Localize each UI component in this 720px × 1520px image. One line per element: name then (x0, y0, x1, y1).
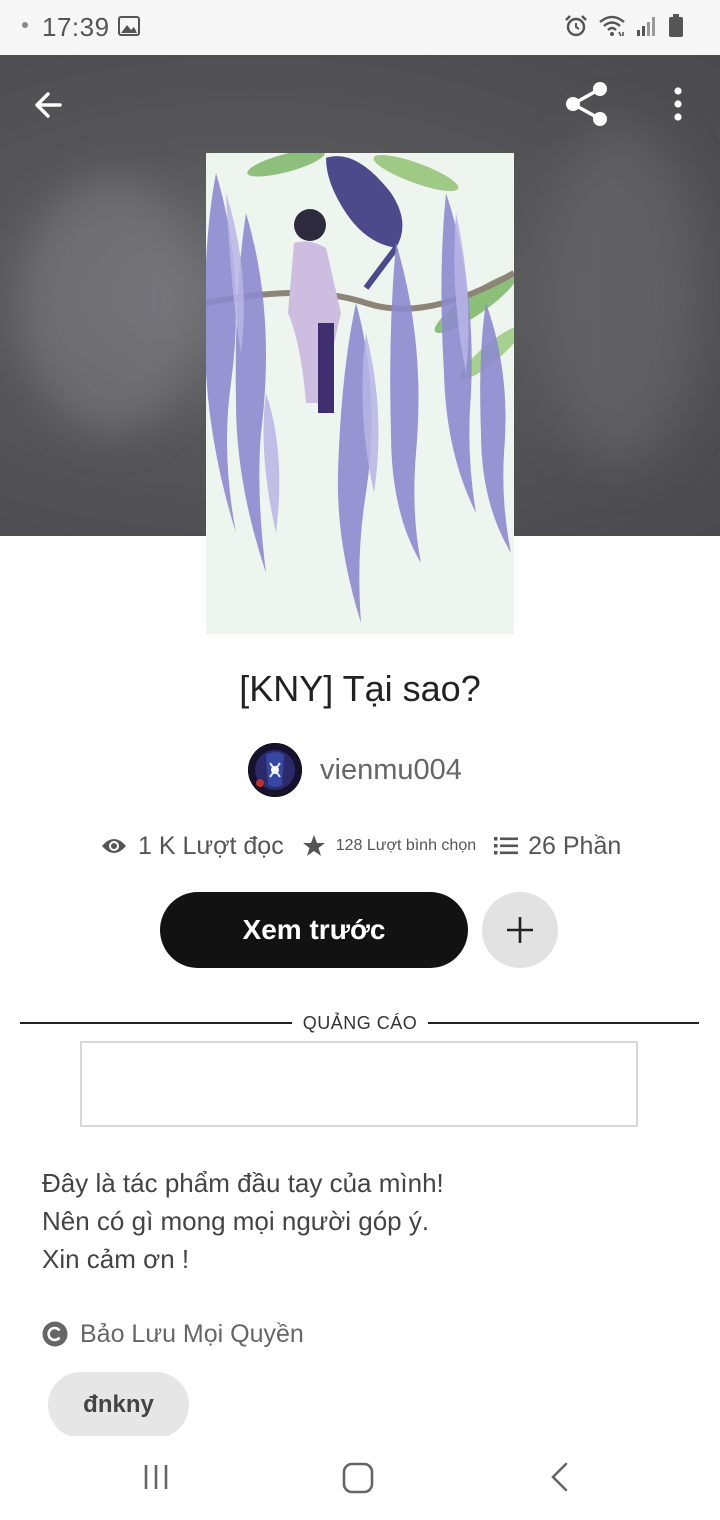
ad-divider (20, 1022, 292, 1024)
description-line: Đây là tác phẩm đầu tay của mình! (42, 1168, 444, 1198)
parts-count: 26 Phần (528, 831, 622, 860)
parts-stat: 26 Phần (494, 832, 621, 861)
cover-illustration (206, 153, 514, 634)
votes-stat: 128 Lượt bình chọn (302, 834, 476, 858)
author-name[interactable]: vienmu004 (320, 754, 462, 787)
story-description: Đây là tác phẩm đầu tay của mình! Nên có… (42, 1164, 682, 1278)
more-vertical-icon (674, 87, 682, 121)
add-to-library-button[interactable] (482, 892, 558, 968)
recent-apps-button[interactable] (142, 1462, 172, 1497)
status-bar: 17:39 (0, 0, 720, 55)
hero-blur-shape (20, 175, 200, 435)
battery-icon (668, 13, 684, 43)
preview-button[interactable]: Xem trước (160, 892, 468, 968)
notification-dot (22, 22, 28, 28)
gallery-icon (118, 16, 140, 41)
copyright-text: Bảo Lưu Mọi Quyền (80, 1319, 304, 1348)
plus-icon (507, 917, 533, 943)
story-cover-image[interactable] (206, 153, 514, 634)
recent-apps-icon (144, 1465, 168, 1489)
copyright-icon (42, 1321, 68, 1347)
list-icon (494, 837, 519, 855)
home-button[interactable] (342, 1462, 374, 1499)
ad-label: QUẢNG CÁO (302, 1013, 418, 1033)
back-icon (551, 1462, 568, 1492)
alarm-icon (564, 14, 588, 43)
home-icon (342, 1462, 374, 1494)
votes-count: 128 Lượt bình chọn (335, 837, 477, 854)
status-time: 17:39 (42, 12, 110, 42)
signal-icon (636, 15, 658, 42)
ad-banner[interactable] (80, 1041, 638, 1127)
story-stats: 1 K Lượt đọc 128 Lượt bình chọn 26 Phần (100, 826, 639, 866)
description-line: Xin cảm ơn ! (42, 1244, 190, 1274)
share-icon (566, 82, 607, 126)
hero-blur-shape (540, 125, 700, 465)
author-row[interactable]: vienmu004 (248, 743, 462, 797)
story-title: [KNY] Tại sao? (239, 668, 481, 709)
status-icons (564, 13, 684, 43)
copyright-row: Bảo Lưu Mọi Quyền (42, 1318, 304, 1350)
back-arrow-icon (35, 92, 62, 118)
avatar[interactable] (248, 743, 302, 797)
reads-count: 1 K Lượt đọc (138, 831, 284, 860)
eye-icon (102, 839, 126, 853)
star-icon (302, 835, 325, 856)
wifi-icon (598, 14, 626, 43)
system-nav-bar (0, 1436, 720, 1520)
more-options-button[interactable] (664, 84, 692, 124)
reads-stat: 1 K Lượt đọc (100, 832, 284, 861)
ad-divider (428, 1022, 699, 1024)
story-tag[interactable]: đnkny (48, 1372, 189, 1438)
back-button[interactable] (30, 86, 68, 124)
description-line: Nên có gì mong mọi người góp ý. (42, 1206, 430, 1236)
share-button[interactable] (564, 80, 610, 128)
nav-back-button[interactable] (548, 1462, 572, 1497)
